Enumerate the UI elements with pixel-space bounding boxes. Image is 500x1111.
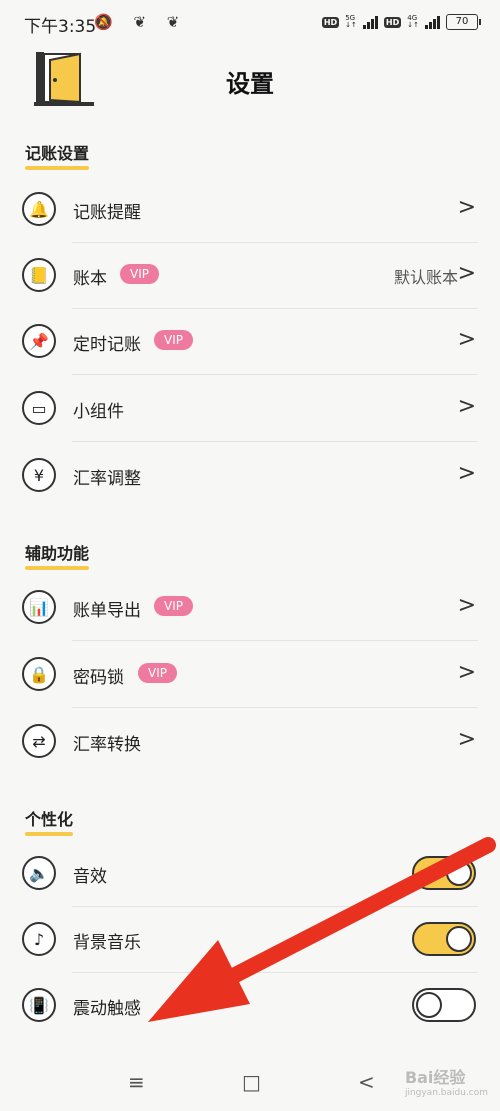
ledger-value: 默认账本 [393,268,458,287]
back-icon[interactable]: < [358,1070,375,1094]
row-label: 震动触感 [73,999,141,1019]
hd-badge-2: HD [383,16,402,28]
chevron-right-icon: > [457,461,476,486]
speaker-icon: 🔈 [22,856,56,890]
battery-icon: 70 [446,14,481,30]
lock-icon: 🔒 [22,657,56,691]
row-rate-convert[interactable]: ⇄ 汇率转换 > [0,709,500,775]
bell-icon: 🔔 [22,192,56,226]
yen-icon: ¥ [22,458,56,492]
section-title-assist: 辅助功能 [25,540,90,570]
row-label: 账单导出 [73,601,141,621]
signal-icon [362,15,378,29]
chevron-right-icon: > [457,327,476,352]
header: 设置 [0,40,500,120]
vip-badge: VIP [120,264,159,284]
chevron-right-icon: > [457,727,476,752]
row-ledger[interactable]: 📒 账本 VIP 默认账本 > [0,243,500,309]
network-type-2: 4G ↓↑ [407,14,419,29]
chevron-right-icon: > [457,394,476,419]
home-icon[interactable]: □ [242,1070,261,1094]
hd-badge: HD [321,16,340,28]
row-label: 记账提醒 [73,203,141,223]
chevron-right-icon: > [457,195,476,220]
row-sound: 🔈 音效 [0,841,500,907]
chevron-right-icon: > [457,660,476,685]
vibrate-toggle[interactable] [412,988,476,1022]
section-title-bookkeeping: 记账设置 [25,140,90,170]
pin-icon: 📌 [22,324,56,358]
widget-icon: ▭ [22,391,56,425]
signal-icon-2 [425,15,440,29]
row-music: ♪ 背景音乐 [0,907,500,973]
vip-badge: VIP [138,663,177,683]
network-type: 5G ↓↑ [345,14,357,29]
row-label: 小组件 [73,402,124,422]
row-label: 账本 [73,269,107,289]
row-label: 背景音乐 [73,933,141,953]
sound-toggle[interactable] [412,856,476,890]
row-rate-adjust[interactable]: ¥ 汇率调整 > [0,443,500,509]
row-label: 密码锁 [73,668,124,688]
row-widget[interactable]: ▭ 小组件 > [0,376,500,442]
vibrate-icon: 📳 [22,988,56,1022]
row-export[interactable]: 📊 账单导出 VIP > [0,575,500,641]
status-right-icons: HD 5G ↓↑ HD 4G ↓↑ 70 [321,12,481,32]
export-icon: 📊 [22,590,56,624]
row-vibrate: 📳 震动触感 [0,973,500,1039]
row-reminder[interactable]: 🔔 记账提醒 > [0,177,500,243]
row-label: 汇率转换 [73,735,141,755]
chevron-right-icon: > [457,593,476,618]
music-note-icon: ♪ [22,922,56,956]
menu-icon[interactable]: ≡ [128,1070,145,1094]
row-label: 定时记账 [73,335,141,355]
status-time: 下午3:35 [24,17,97,37]
chevron-right-icon: > [457,261,476,286]
row-lock[interactable]: 🔒 密码锁 VIP > [0,642,500,708]
music-toggle[interactable] [412,922,476,956]
watermark: Bai经验 jingyan.baidu.com [404,1068,488,1098]
section-title-personal: 个性化 [25,806,74,836]
swap-icon: ⇄ [22,724,56,758]
vip-badge: VIP [154,596,193,616]
page-title: 设置 [226,70,274,98]
vip-badge: VIP [154,330,193,350]
row-label: 音效 [73,867,107,887]
row-label: 汇率调整 [73,469,141,489]
row-scheduled[interactable]: 📌 定时记账 VIP > [0,309,500,375]
notification-icons: 🔕 ❦ ❦ [94,13,188,31]
notebook-icon: 📒 [22,258,56,292]
